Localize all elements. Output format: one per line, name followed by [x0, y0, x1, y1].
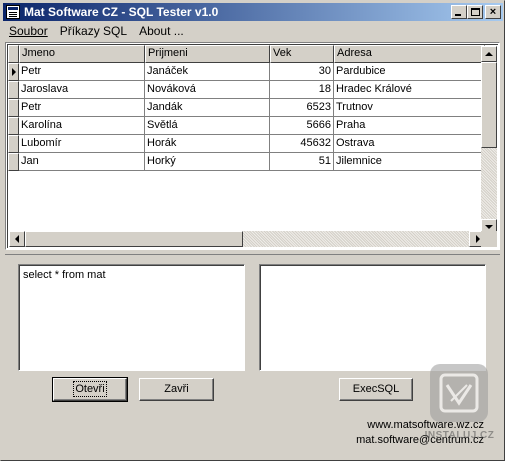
maximize-button[interactable]	[467, 5, 483, 19]
scroll-left-button[interactable]	[9, 231, 25, 247]
table-row[interactable]: Petr Jandák 6523 Trutnov	[8, 99, 485, 117]
row-indicator[interactable]	[8, 63, 19, 81]
cell-adresa[interactable]: Trutnov	[334, 99, 485, 117]
divider	[5, 254, 500, 255]
cell-prijmeni[interactable]: Nováková	[145, 81, 270, 99]
title-bar[interactable]: Mat Software CZ - SQL Tester v1.0 ×	[3, 3, 503, 21]
arrow-right-icon	[476, 235, 480, 243]
menu-prikazy-sql-label: Příkazy SQL	[59, 24, 128, 38]
cell-vek[interactable]: 51	[270, 153, 334, 171]
cell-adresa[interactable]: Hradec Králové	[334, 81, 485, 99]
app-window: Mat Software CZ - SQL Tester v1.0 × Soub…	[0, 0, 505, 461]
row-indicator[interactable]	[8, 117, 19, 135]
table-row[interactable]: Karolína Světlá 5666 Praha	[8, 117, 485, 135]
vertical-scroll-thumb[interactable]	[481, 62, 497, 148]
cell-jmeno[interactable]: Petr	[19, 63, 145, 81]
sql-query-text[interactable]: select * from mat	[19, 265, 244, 370]
sql-query-input[interactable]: select * from mat	[18, 264, 245, 371]
cell-vek[interactable]: 45632	[270, 135, 334, 153]
cell-prijmeni[interactable]: Horký	[145, 153, 270, 171]
row-indicator[interactable]	[8, 81, 19, 99]
app-icon[interactable]	[6, 5, 20, 19]
window-controls: ×	[451, 5, 501, 19]
cell-prijmeni[interactable]: Janáček	[145, 63, 270, 81]
menu-soubor-label: Soubor	[9, 24, 48, 38]
watermark-text: INSTALUJ.CZ	[424, 430, 495, 441]
vertical-scrollbar[interactable]	[481, 46, 497, 235]
row-indicator[interactable]	[8, 135, 19, 153]
open-button[interactable]: Otevři	[52, 377, 128, 402]
menu-prikazy-sql[interactable]: Příkazy SQL	[54, 22, 133, 40]
minimize-button[interactable]	[451, 5, 467, 19]
open-button-label: Otevři	[73, 381, 107, 397]
watermark: INSTALUJ.CZ	[422, 364, 497, 454]
table-row[interactable]: Jaroslava Nováková 18 Hradec Králové	[8, 81, 485, 99]
close-window-button[interactable]: ×	[485, 5, 501, 19]
data-grid[interactable]: Jmeno Prijmeni Vek Adresa Petr Janáček 3…	[5, 42, 500, 250]
menu-about[interactable]: About ...	[133, 22, 190, 40]
cell-vek[interactable]: 6523	[270, 99, 334, 117]
close-button-label: Zavři	[164, 383, 189, 395]
grid-body: Jmeno Prijmeni Vek Adresa Petr Janáček 3…	[7, 44, 498, 248]
arrow-down-icon	[485, 225, 493, 229]
cell-adresa[interactable]: Ostrava	[334, 135, 485, 153]
table-row[interactable]: Jan Horký 51 Jilemnice	[8, 153, 485, 171]
grid-header-row: Jmeno Prijmeni Vek Adresa	[8, 45, 485, 63]
watermark-logo-icon	[439, 373, 479, 413]
cell-prijmeni[interactable]: Jandák	[145, 99, 270, 117]
horizontal-scrollbar[interactable]	[9, 231, 485, 247]
column-header-vek[interactable]: Vek	[270, 45, 334, 63]
row-indicator[interactable]	[8, 153, 19, 171]
column-header-jmeno[interactable]: Jmeno	[19, 45, 145, 63]
cell-vek[interactable]: 5666	[270, 117, 334, 135]
close-icon: ×	[489, 6, 497, 18]
current-row-icon	[12, 68, 16, 76]
cell-jmeno[interactable]: Jaroslava	[19, 81, 145, 99]
arrow-up-icon	[485, 52, 493, 56]
cell-prijmeni[interactable]: Horák	[145, 135, 270, 153]
cell-prijmeni[interactable]: Světlá	[145, 117, 270, 135]
cell-jmeno[interactable]: Karolína	[19, 117, 145, 135]
header-indicator-cell	[8, 45, 19, 63]
exec-sql-button[interactable]: ExecSQL	[339, 378, 413, 401]
cell-vek[interactable]: 18	[270, 81, 334, 99]
menu-bar: Soubor Příkazy SQL About ...	[3, 22, 190, 40]
cell-vek[interactable]: 30	[270, 63, 334, 81]
cell-adresa[interactable]: Praha	[334, 117, 485, 135]
close-button[interactable]: Zavři	[139, 378, 214, 401]
table-row[interactable]: Lubomír Horák 45632 Ostrava	[8, 135, 485, 153]
horizontal-scroll-thumb[interactable]	[25, 231, 243, 247]
table-row[interactable]: Petr Janáček 30 Pardubice	[8, 63, 485, 81]
menu-soubor[interactable]: Soubor	[3, 22, 54, 40]
cell-jmeno[interactable]: Jan	[19, 153, 145, 171]
scrollbar-corner	[481, 231, 497, 247]
cell-adresa[interactable]: Pardubice	[334, 63, 485, 81]
column-header-adresa[interactable]: Adresa	[334, 45, 485, 63]
maximize-icon	[471, 8, 480, 16]
minimize-icon	[455, 14, 461, 16]
row-indicator[interactable]	[8, 99, 19, 117]
sql-result-text[interactable]	[260, 265, 485, 370]
column-header-prijmeni[interactable]: Prijmeni	[145, 45, 270, 63]
cell-jmeno[interactable]: Lubomír	[19, 135, 145, 153]
arrow-left-icon	[15, 235, 19, 243]
window-title: Mat Software CZ - SQL Tester v1.0	[24, 5, 219, 19]
sql-result-box[interactable]	[259, 264, 486, 371]
scroll-up-button[interactable]	[481, 46, 497, 62]
cell-adresa[interactable]: Jilemnice	[334, 153, 485, 171]
watermark-badge	[430, 364, 488, 422]
cell-jmeno[interactable]: Petr	[19, 99, 145, 117]
exec-sql-button-label: ExecSQL	[352, 383, 400, 395]
menu-about-label: About ...	[139, 24, 184, 38]
